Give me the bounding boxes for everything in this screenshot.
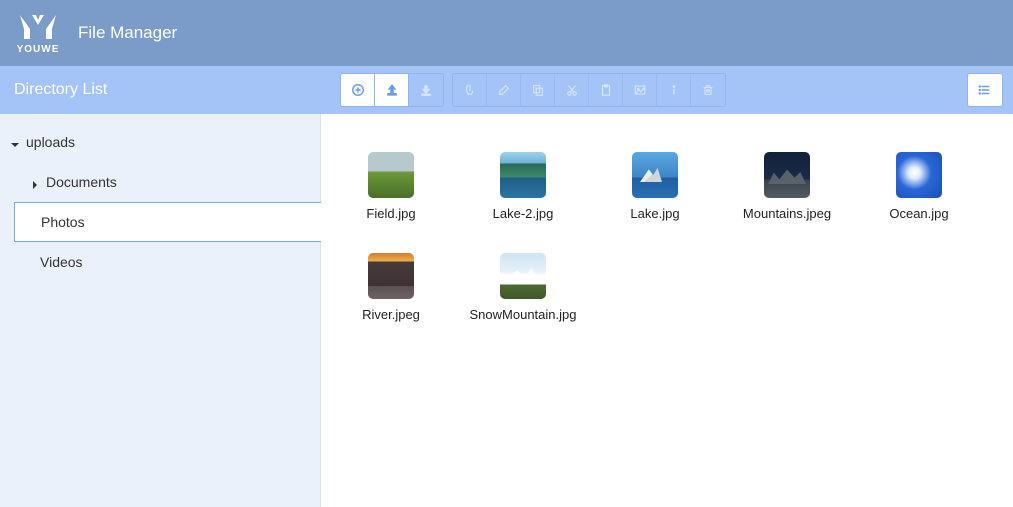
sidebar-title: Directory List — [14, 81, 107, 99]
app-title: File Manager — [78, 23, 177, 43]
select-button[interactable] — [453, 74, 487, 106]
cut-button[interactable] — [555, 74, 589, 106]
list-view-button[interactable] — [968, 74, 1002, 106]
tree-node-label: Photos — [41, 214, 85, 230]
tree-node-label: Videos — [40, 254, 83, 270]
file-item[interactable]: River.jpeg — [361, 253, 421, 322]
tree-node-uploads[interactable]: uploads — [0, 122, 320, 162]
file-name: River.jpeg — [362, 307, 420, 322]
file-item[interactable]: Ocean.jpg — [889, 152, 949, 221]
file-name: Field.jpg — [366, 206, 415, 221]
add-button[interactable] — [341, 74, 375, 106]
edit-button[interactable] — [487, 74, 521, 106]
file-thumbnail — [500, 253, 546, 299]
file-thumbnail — [368, 253, 414, 299]
tree-node-videos[interactable]: Videos — [0, 242, 320, 282]
file-name: Lake-2.jpg — [493, 206, 554, 221]
content: uploads Documents Photos Videos Field.jp… — [0, 114, 1013, 507]
copy-button[interactable] — [521, 74, 555, 106]
delete-button[interactable] — [691, 74, 725, 106]
file-thumbnail — [500, 152, 546, 198]
file-name: Mountains.jpeg — [743, 206, 831, 221]
brand-logo: YOUWE — [16, 11, 60, 55]
paste-button[interactable] — [589, 74, 623, 106]
brand-logo-mark — [16, 11, 60, 43]
view-controls — [967, 73, 1003, 107]
file-thumbnail — [368, 152, 414, 198]
file-name: SnowMountain.jpg — [470, 307, 577, 322]
toolbar-group-file — [340, 73, 444, 107]
tree-node-documents[interactable]: Documents — [0, 162, 320, 202]
file-thumbnail — [764, 152, 810, 198]
upload-button[interactable] — [375, 74, 409, 106]
file-thumbnail — [632, 152, 678, 198]
directory-tree: uploads Documents Photos Videos — [0, 114, 321, 507]
file-name: Lake.jpg — [630, 206, 679, 221]
file-name: Ocean.jpg — [889, 206, 948, 221]
file-item[interactable]: Mountains.jpeg — [757, 152, 817, 221]
tree-node-label: uploads — [26, 134, 75, 150]
image-button[interactable] — [623, 74, 657, 106]
file-item[interactable]: Lake-2.jpg — [493, 152, 553, 221]
file-item[interactable]: Lake.jpg — [625, 152, 685, 221]
file-thumbnail — [896, 152, 942, 198]
app-header: YOUWE File Manager — [0, 0, 1013, 66]
download-button[interactable] — [409, 74, 443, 106]
chevron-down-icon — [10, 137, 20, 147]
file-item[interactable]: SnowMountain.jpg — [493, 253, 553, 322]
file-item[interactable]: Field.jpg — [361, 152, 421, 221]
tree-node-photos[interactable]: Photos — [14, 202, 321, 242]
subheader: Directory List — [0, 66, 1013, 114]
info-button[interactable] — [657, 74, 691, 106]
file-pane: Field.jpg Lake-2.jpg Lake.jpg Mountains.… — [321, 114, 1013, 507]
tree-node-label: Documents — [46, 174, 117, 190]
brand-name: YOUWE — [17, 44, 60, 55]
toolbar — [340, 73, 726, 107]
file-grid: Field.jpg Lake-2.jpg Lake.jpg Mountains.… — [361, 152, 983, 322]
toolbar-group-edit — [452, 73, 726, 107]
chevron-right-icon — [30, 177, 40, 187]
